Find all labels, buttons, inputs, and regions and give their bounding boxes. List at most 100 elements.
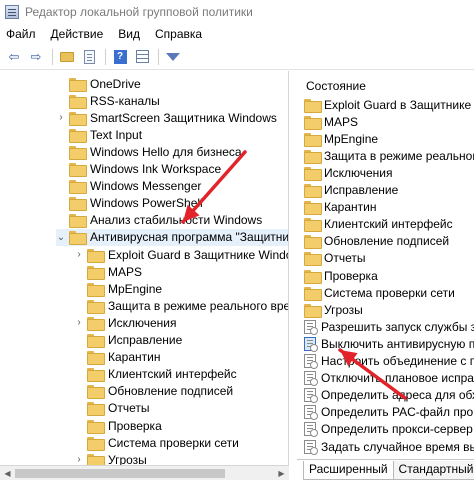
details-folder-item[interactable]: Исключения: [304, 164, 393, 181]
tree-item[interactable]: Windows Hello для бизнеса: [56, 143, 242, 160]
tree-item[interactable]: MpEngine: [74, 280, 162, 297]
policy-setting-item[interactable]: Определить прокси-сервер для: [304, 421, 474, 438]
tree-item[interactable]: Карантин: [74, 349, 160, 366]
details-item-label: Проверка: [324, 268, 378, 283]
tree-item[interactable]: Система проверки сети: [74, 434, 239, 451]
policy-editor-app-icon: [5, 5, 19, 19]
policy-setting-icon: [304, 439, 318, 455]
policy-setting-icon: [304, 371, 318, 387]
folder-icon: [304, 184, 322, 198]
tree-item[interactable]: Клиентский интерфейс: [74, 366, 237, 383]
folder-up-button[interactable]: [57, 47, 77, 67]
details-folder-item[interactable]: Отчеты: [304, 250, 365, 267]
tree-item-label: Антивирусная программа "Защитник W: [90, 230, 289, 245]
policy-setting-item[interactable]: Выключить антивирусную прог: [304, 335, 474, 352]
policy-setting-item[interactable]: Определить адреса для обхода п: [304, 387, 474, 404]
help-button[interactable]: ?: [110, 47, 130, 67]
details-folder-item[interactable]: Карантин: [304, 199, 376, 216]
scroll-thumb[interactable]: [15, 468, 225, 478]
tree-item[interactable]: › Exploit Guard в Защитнике Windows: [74, 246, 288, 263]
folder-icon: [69, 94, 87, 109]
tree-horizontal-scrollbar[interactable]: ◀ ▶: [0, 465, 289, 480]
toolbar-separator: [52, 48, 53, 65]
details-folder-item[interactable]: Exploit Guard в Защитнике Windo: [304, 96, 474, 113]
policy-setting-item[interactable]: Отключить плановое исправле: [304, 370, 474, 387]
folder-icon: [87, 351, 105, 366]
menu-action[interactable]: Действие: [51, 27, 104, 41]
chevron-right-icon[interactable]: ›: [74, 317, 84, 328]
show-hide-tree-button[interactable]: [79, 47, 99, 67]
chevron-right-icon[interactable]: ›: [74, 249, 84, 260]
details-folder-item[interactable]: MAPS: [304, 113, 358, 130]
details-pane: Состояние Exploit Guard в Защитнике Wind…: [297, 71, 474, 459]
column-header-state[interactable]: Состояние: [297, 77, 366, 95]
chevron-right-icon[interactable]: ›: [74, 454, 84, 465]
details-item-label: Отчеты: [324, 251, 366, 266]
tree-item[interactable]: › Угрозы: [74, 451, 147, 465]
details-folder-item[interactable]: Защита в режиме реального вре: [304, 147, 474, 164]
details-item-label: Определить PAC-файл прокси-се: [321, 405, 474, 420]
folder-icon: [69, 145, 87, 160]
tree-item[interactable]: Windows PowerShell: [56, 195, 203, 212]
tree-item[interactable]: Анализ стабильности Windows: [56, 212, 262, 229]
details-item-label: Исправление: [324, 183, 399, 197]
tree-item[interactable]: Защита в режиме реального времени: [74, 297, 288, 314]
details-folder-item[interactable]: Клиентский интерфейс: [304, 216, 453, 233]
back-button[interactable]: ⇦: [4, 47, 24, 67]
tree-item-label: Text Input: [90, 127, 143, 142]
menu-file[interactable]: Файл: [6, 27, 36, 41]
details-folder-item[interactable]: Угрозы: [304, 301, 363, 318]
policy-setting-icon: [304, 405, 318, 421]
details-folder-item[interactable]: Исправление: [304, 182, 398, 199]
forward-button[interactable]: ⇨: [26, 47, 46, 67]
tree-item[interactable]: Text Input: [56, 126, 142, 143]
details-item-label: Обновление подписей: [324, 234, 450, 249]
details-folder-item[interactable]: Обновление подписей: [304, 233, 449, 250]
title-bar: Редактор локальной групповой политики: [0, 0, 474, 24]
filter-button[interactable]: [163, 47, 183, 67]
policy-setting-icon: [304, 319, 318, 335]
tree-item-label: Карантин: [108, 350, 161, 365]
scroll-right-icon[interactable]: ▶: [274, 466, 289, 480]
scroll-track[interactable]: [15, 468, 274, 478]
scroll-left-icon[interactable]: ◀: [0, 466, 15, 480]
policy-setting-item[interactable]: Разрешить запуск службы защи: [304, 318, 474, 335]
tree-item[interactable]: › Исключения: [74, 314, 177, 331]
policy-setting-item[interactable]: Настроить объединение с пара: [304, 353, 474, 370]
folder-icon: [87, 299, 105, 314]
tree-item[interactable]: RSS-каналы: [56, 92, 160, 109]
chevron-right-icon[interactable]: ›: [56, 112, 66, 123]
menu-help[interactable]: Справка: [155, 27, 202, 41]
policy-setting-item[interactable]: Определить PAC-файл прокси-се: [304, 404, 474, 421]
help-icon: ?: [113, 49, 127, 64]
folder-icon: [87, 316, 105, 331]
view-tabs: Расширенный Стандартный: [297, 459, 474, 480]
tree-item[interactable]: Windows Ink Workspace: [56, 161, 221, 178]
tree-item[interactable]: OneDrive: [56, 75, 141, 92]
details-folder-item[interactable]: Проверка: [304, 267, 378, 284]
tree-item[interactable]: Обновление подписей: [74, 383, 233, 400]
folder-icon: [304, 98, 322, 113]
tree-item-label: Исключения: [108, 315, 177, 330]
properties-button[interactable]: [132, 47, 152, 67]
details-folder-item[interactable]: Система проверки сети: [304, 284, 455, 301]
menu-view[interactable]: Вид: [118, 27, 140, 41]
tree-item[interactable]: Отчеты: [74, 400, 149, 417]
details-item-label: MAPS: [324, 114, 359, 129]
window-title: Редактор локальной групповой политики: [25, 5, 253, 19]
tree-item[interactable]: › SmartScreen Защитника Windows: [56, 109, 277, 126]
tree-item[interactable]: Исправление: [74, 332, 182, 349]
folder-icon: [304, 132, 322, 147]
tab-extended[interactable]: Расширенный: [303, 461, 394, 480]
tree-item[interactable]: Проверка: [74, 417, 162, 434]
tree-item[interactable]: Windows Messenger: [56, 178, 201, 195]
folder-icon: [304, 201, 322, 216]
tree-item[interactable]: ⌄ Антивирусная программа "Защитник W: [56, 228, 289, 246]
details-folder-item[interactable]: MpEngine: [304, 130, 378, 147]
policy-setting-item[interactable]: Задать случайное время выполн: [304, 438, 474, 455]
folder-up-icon: [60, 51, 74, 62]
folder-icon: [87, 402, 105, 417]
chevron-down-icon[interactable]: ⌄: [56, 232, 66, 243]
tab-standard[interactable]: Стандартный: [392, 461, 474, 480]
tree-item[interactable]: MAPS: [74, 263, 142, 280]
